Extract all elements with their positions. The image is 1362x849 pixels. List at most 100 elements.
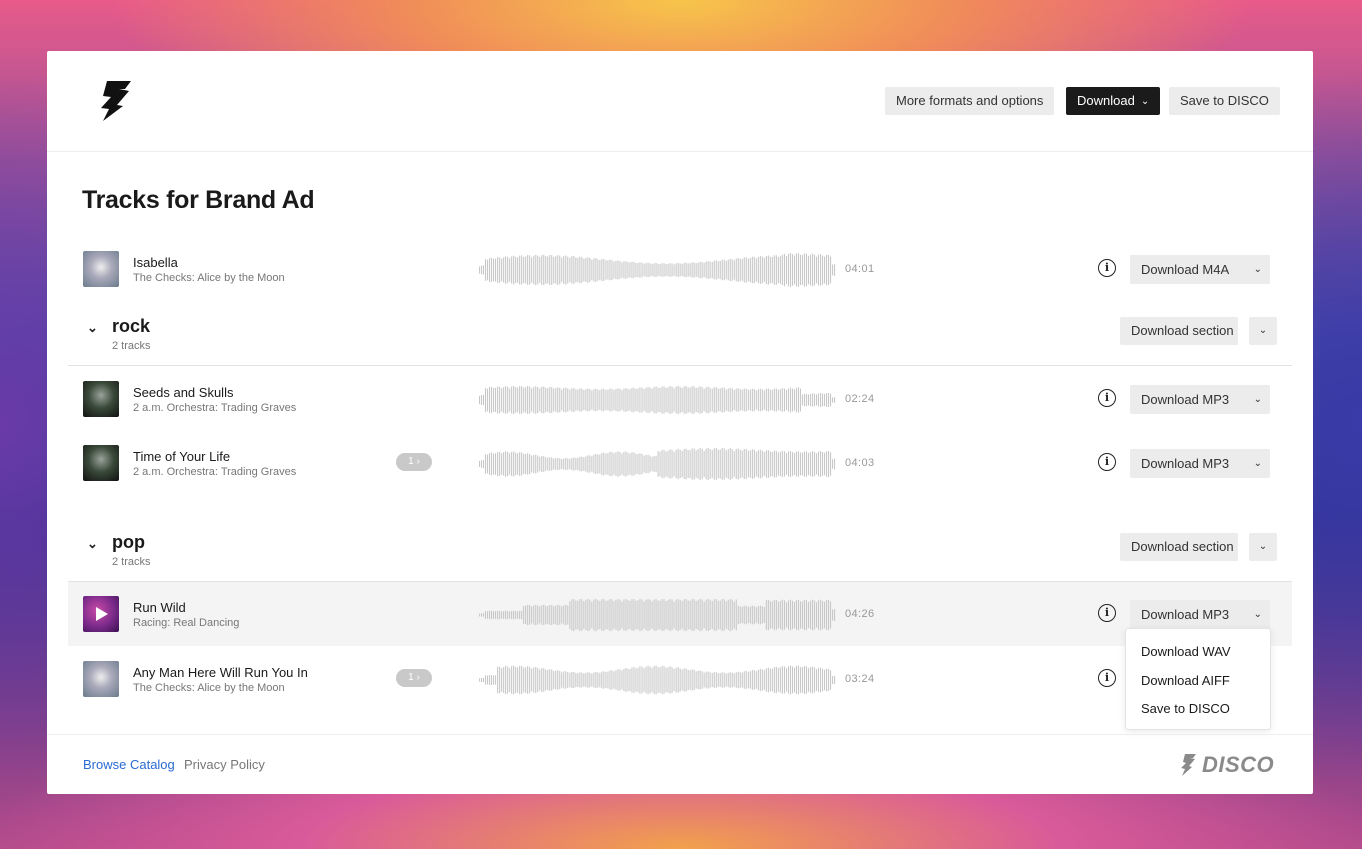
info-icon[interactable]: i	[1098, 604, 1116, 622]
play-icon[interactable]	[96, 607, 108, 621]
waveform[interactable]	[479, 598, 836, 632]
waveform-bar	[723, 387, 725, 413]
waveform-bar	[743, 257, 745, 283]
waveform-bar	[755, 258, 757, 282]
waveform-bar	[635, 454, 637, 475]
waveform-bar	[727, 672, 729, 688]
section-options-chevron-icon[interactable]: ⌄	[1249, 533, 1277, 561]
section-options-chevron-icon[interactable]: ⌄	[1249, 317, 1277, 345]
waveform-bar	[637, 667, 639, 693]
waveform-bar	[832, 459, 834, 469]
collapse-chevron-icon[interactable]: ⌄	[87, 536, 98, 552]
info-icon[interactable]: i	[1098, 669, 1116, 687]
waveform-bar	[605, 671, 607, 688]
waveform-bar	[693, 262, 695, 278]
versions-badge[interactable]: 1 ›	[396, 453, 432, 471]
menu-item-download-wav[interactable]: Download WAV	[1141, 644, 1231, 659]
waveform-bar	[509, 453, 511, 475]
track-name[interactable]: Run Wild	[133, 600, 186, 615]
collapse-chevron-icon[interactable]: ⌄	[87, 320, 98, 336]
track-name[interactable]: Any Man Here Will Run You In	[133, 665, 308, 680]
waveform-bar	[695, 450, 697, 478]
waveform-bar	[575, 389, 577, 411]
waveform-bar	[773, 599, 775, 631]
waveform-bar	[822, 393, 824, 407]
waveform-bar	[828, 668, 830, 692]
waveform-bar	[585, 258, 587, 282]
waveform-bar	[735, 448, 737, 479]
waveform-bar	[643, 668, 645, 692]
info-icon[interactable]: i	[1098, 453, 1116, 471]
waveform[interactable]	[479, 383, 836, 417]
waveform-bar	[677, 385, 679, 415]
track-row[interactable]: Seeds and Skulls 2 a.m. Orchestra: Tradi…	[68, 367, 1292, 431]
waveform[interactable]	[479, 663, 836, 697]
waveform-bar	[763, 257, 765, 283]
waveform[interactable]	[479, 447, 836, 481]
waveform-bar	[793, 453, 795, 475]
more-formats-button[interactable]: More formats and options	[885, 87, 1055, 115]
waveform-bar	[667, 450, 669, 478]
waveform-bar	[595, 671, 597, 688]
waveform-bar	[627, 262, 629, 278]
download-format-button[interactable]: Download MP3 ⌄	[1130, 449, 1270, 478]
track-row[interactable]: Run Wild Racing: Real Dancing 04:26 i Do…	[68, 582, 1292, 646]
info-icon[interactable]: i	[1098, 389, 1116, 407]
waveform-bar	[749, 258, 751, 283]
download-section-button[interactable]: Download section	[1120, 317, 1238, 345]
waveform-bar	[687, 387, 689, 413]
waveform-bar	[713, 672, 715, 688]
track-name[interactable]: Time of Your Life	[133, 449, 230, 464]
chevron-down-icon[interactable]: ⌄	[1254, 449, 1262, 478]
info-icon[interactable]: i	[1098, 259, 1116, 277]
track-subtitle: The Checks: Alice by the Moon	[133, 272, 285, 284]
waveform-bar	[769, 256, 771, 284]
waveform-bar	[699, 670, 701, 690]
waveform-bar	[679, 386, 681, 414]
track-row[interactable]: Any Man Here Will Run You In The Checks:…	[68, 647, 1292, 711]
download-button[interactable]: Download ⌄	[1066, 87, 1161, 115]
waveform-bar	[781, 388, 783, 412]
track-row[interactable]: Isabella The Checks: Alice by the Moon 0…	[68, 237, 1292, 301]
waveform-bar	[539, 669, 541, 691]
chevron-down-icon[interactable]: ⌄	[1254, 385, 1262, 414]
divider	[68, 365, 1292, 366]
waveform-bar	[797, 451, 799, 477]
waveform-bar	[637, 453, 639, 475]
track-row[interactable]: Time of Your Life 2 a.m. Orchestra: Trad…	[68, 431, 1292, 495]
download-format-button[interactable]: Download M4A ⌄	[1130, 255, 1270, 284]
download-format-button[interactable]: Download MP3 ⌄	[1130, 600, 1270, 629]
waveform-bar	[627, 452, 629, 476]
waveform-bar	[685, 448, 687, 480]
waveform-bar	[830, 670, 832, 690]
waveform-bar	[763, 390, 765, 410]
save-to-disco-button[interactable]: Save to DISCO	[1169, 87, 1280, 115]
waveform-bar	[721, 599, 723, 632]
waveform-bar	[661, 263, 663, 277]
waveform-bar	[543, 668, 545, 692]
privacy-policy-link[interactable]: Privacy Policy	[184, 757, 265, 772]
download-format-button[interactable]: Download MP3 ⌄	[1130, 385, 1270, 414]
waveform-bar	[753, 256, 755, 284]
waveform-bar	[737, 448, 739, 480]
versions-badge[interactable]: 1 ›	[396, 669, 432, 687]
chevron-down-icon[interactable]: ⌄	[1254, 600, 1262, 629]
waveform-bar	[817, 451, 819, 477]
waveform[interactable]	[479, 253, 836, 287]
browse-catalog-link[interactable]: Browse Catalog	[83, 757, 175, 772]
waveform-bar	[773, 255, 775, 285]
waveform-bar	[495, 675, 497, 685]
waveform-bar	[525, 453, 527, 475]
track-name[interactable]: Seeds and Skulls	[133, 385, 233, 400]
track-name[interactable]: Isabella	[133, 255, 178, 270]
waveform-bar	[509, 611, 511, 619]
waveform-bar	[545, 457, 547, 471]
download-section-button[interactable]: Download section	[1120, 533, 1238, 561]
menu-item-save-to-disco[interactable]: Save to DISCO	[1141, 701, 1230, 716]
waveform-bar	[479, 266, 481, 274]
waveform-bar	[745, 388, 747, 412]
chevron-down-icon[interactable]: ⌄	[1254, 255, 1262, 284]
waveform-bar	[747, 606, 749, 624]
waveform-bar	[491, 386, 493, 414]
menu-item-download-aiff[interactable]: Download AIFF	[1141, 673, 1230, 688]
